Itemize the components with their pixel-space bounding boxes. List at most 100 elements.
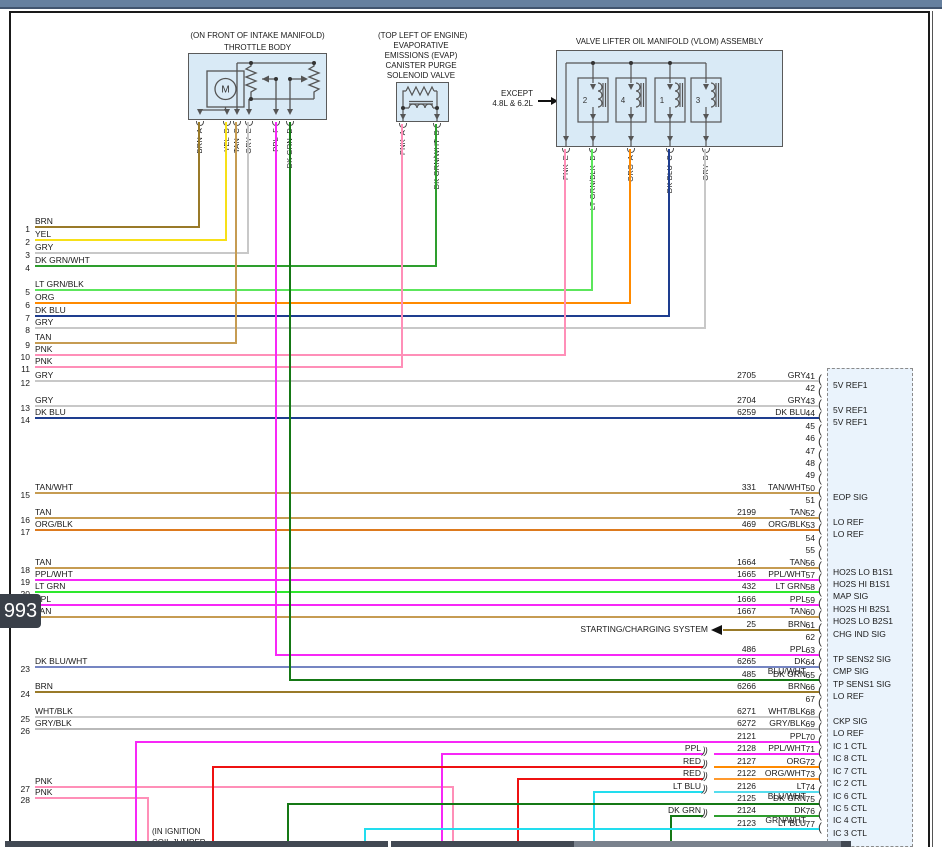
circuit-number: 6265 xyxy=(700,656,756,666)
terminal-label-group: DLT GRN/BLK xyxy=(587,155,600,210)
wire-vertical xyxy=(668,149,670,317)
terminal-wire-color-label: TAN xyxy=(231,138,243,153)
circuit-number: 331 xyxy=(700,482,756,492)
wire-row-3 xyxy=(35,252,249,254)
pin-signal-label: LO REF xyxy=(833,728,864,738)
circuit-number: 1665 xyxy=(700,569,756,579)
circuit-number: 2128 xyxy=(700,743,756,753)
pin-signal-label: CHG IND SIG xyxy=(833,629,886,639)
wire-vertical xyxy=(629,149,631,304)
starting-charging-system-label: STARTING/CHARGING SYSTEM xyxy=(560,624,708,634)
page-border-top xyxy=(9,11,930,13)
wire-row-8 xyxy=(35,327,706,329)
pin-wire-color-label: PPL xyxy=(760,731,806,741)
page-number-overlay: 993 xyxy=(0,594,41,628)
splice-feed-color-label: RED xyxy=(655,756,701,766)
row-number: 4 xyxy=(12,263,30,273)
pin-signal-label: TP SENS2 SIG xyxy=(833,654,891,664)
row-number: 5 xyxy=(12,287,30,297)
circuit-number: 485 xyxy=(700,669,756,679)
wire-color-label: PPL/WHT xyxy=(35,569,73,579)
terminal-label-group: EGRY xyxy=(243,128,256,154)
horizontal-scrollbar-segment[interactable] xyxy=(391,841,574,847)
row-number: 7 xyxy=(12,313,30,323)
splice-feed-wire-vertical xyxy=(212,766,214,847)
terminal-label-group: BDK GRN/WHT xyxy=(431,130,444,190)
wire-color-label: PNK xyxy=(35,776,52,786)
circuit-number: 2127 xyxy=(700,756,756,766)
wire-color-label: GRY/BLK xyxy=(35,718,72,728)
wire-color-label: TAN xyxy=(35,332,51,342)
evap-solenoid-box xyxy=(396,82,449,122)
evap-name-line: CANISTER PURGE xyxy=(378,61,464,71)
circuit-number: 2124 xyxy=(700,805,756,815)
wire-color-label: PNK xyxy=(35,787,52,797)
wire-pin-61 xyxy=(723,629,819,631)
pin-signal-label: IC 2 CTL xyxy=(833,778,867,788)
wire-vertical xyxy=(591,149,593,291)
row-number: 17 xyxy=(12,527,30,537)
wire-row-11 xyxy=(35,366,403,368)
pin-number: 42 xyxy=(793,383,815,393)
pin-wire-color-label: LT GRN xyxy=(760,581,806,591)
splice-feed-wire xyxy=(442,753,703,755)
pin-wire-color-label: PPL/WHT xyxy=(760,569,806,579)
wire-pin-77 xyxy=(365,828,819,830)
circuit-number: 1667 xyxy=(700,606,756,616)
terminal-label-group: EPNK xyxy=(560,155,573,180)
row-number: 28 xyxy=(12,795,30,805)
pin-signal-label: IC 4 CTL xyxy=(833,815,867,825)
pin-signal-label: CKP SIG xyxy=(833,716,867,726)
circuit-number: 6272 xyxy=(700,718,756,728)
terminal-wire-color-label: GRY xyxy=(243,137,255,154)
wire-color-label: TAN xyxy=(35,557,51,567)
row-number: 14 xyxy=(12,415,30,425)
pin-signal-label: 5V REF1 xyxy=(833,405,868,415)
wire-vertical xyxy=(435,124,437,267)
pin-signal-label: LO REF xyxy=(833,529,864,539)
wire-color-label: DK BLU/WHT xyxy=(35,656,87,666)
wire-color-label: PNK xyxy=(35,344,52,354)
wire-pin-69 xyxy=(35,728,819,730)
pin-wire-color-label: TAN xyxy=(760,606,806,616)
window-top-bar xyxy=(0,0,942,9)
pin-wire-color-label: GRY xyxy=(760,395,806,405)
pin-wire-color-label: PPL/WHT xyxy=(760,743,806,753)
wire-color-label: BRN xyxy=(35,216,53,226)
splice-feed-wire xyxy=(671,815,703,817)
splice-feed-wire xyxy=(594,791,703,793)
pin-number: 54 xyxy=(793,533,815,543)
wire-pin-73 xyxy=(714,778,819,780)
row-number: 27 xyxy=(12,784,30,794)
circuit-number: 469 xyxy=(700,519,756,529)
evap-name-line: SOLENOID VALVE xyxy=(378,71,464,81)
row-number: 9 xyxy=(12,340,30,350)
circuit-number: 1664 xyxy=(700,557,756,567)
pin-wire-color-label: WHT/BLK xyxy=(760,706,806,716)
wire-vertical xyxy=(452,786,454,847)
horizontal-scrollbar-segment[interactable] xyxy=(841,841,851,847)
horizontal-scrollbar-segment[interactable] xyxy=(5,841,388,847)
row-number: 19 xyxy=(12,577,30,587)
pin-signal-label: MAP SIG xyxy=(833,591,868,601)
wire-row-10 xyxy=(35,354,566,356)
row-number: 12 xyxy=(12,378,30,388)
wire-pin-44 xyxy=(35,417,819,419)
pin-number: 46 xyxy=(793,433,815,443)
wire-row-7 xyxy=(35,315,670,317)
terminal-wire-color-label: ORG xyxy=(625,164,637,182)
wire-pin-66 xyxy=(35,691,819,693)
pin-wire-color-label: PPL xyxy=(760,644,806,654)
terminal-wire-color-label: DK BLU xyxy=(664,165,676,193)
terminal-wire-color-label: PNK xyxy=(560,164,572,180)
splice-feed-wire-vertical xyxy=(517,778,519,847)
throttle-body-location-label: (ON FRONT OF INTAKE MANIFOLD) xyxy=(188,31,327,41)
wire-vertical xyxy=(704,149,706,329)
wire-color-label: WHT/BLK xyxy=(35,706,73,716)
pin-wire-color-label: BRN xyxy=(760,681,806,691)
row-number: 15 xyxy=(12,490,30,500)
row-number: 10 xyxy=(12,352,30,362)
wire-vertical xyxy=(198,122,200,228)
wire-pin-50 xyxy=(35,492,819,494)
horizontal-scrollbar-segment[interactable] xyxy=(574,841,841,847)
